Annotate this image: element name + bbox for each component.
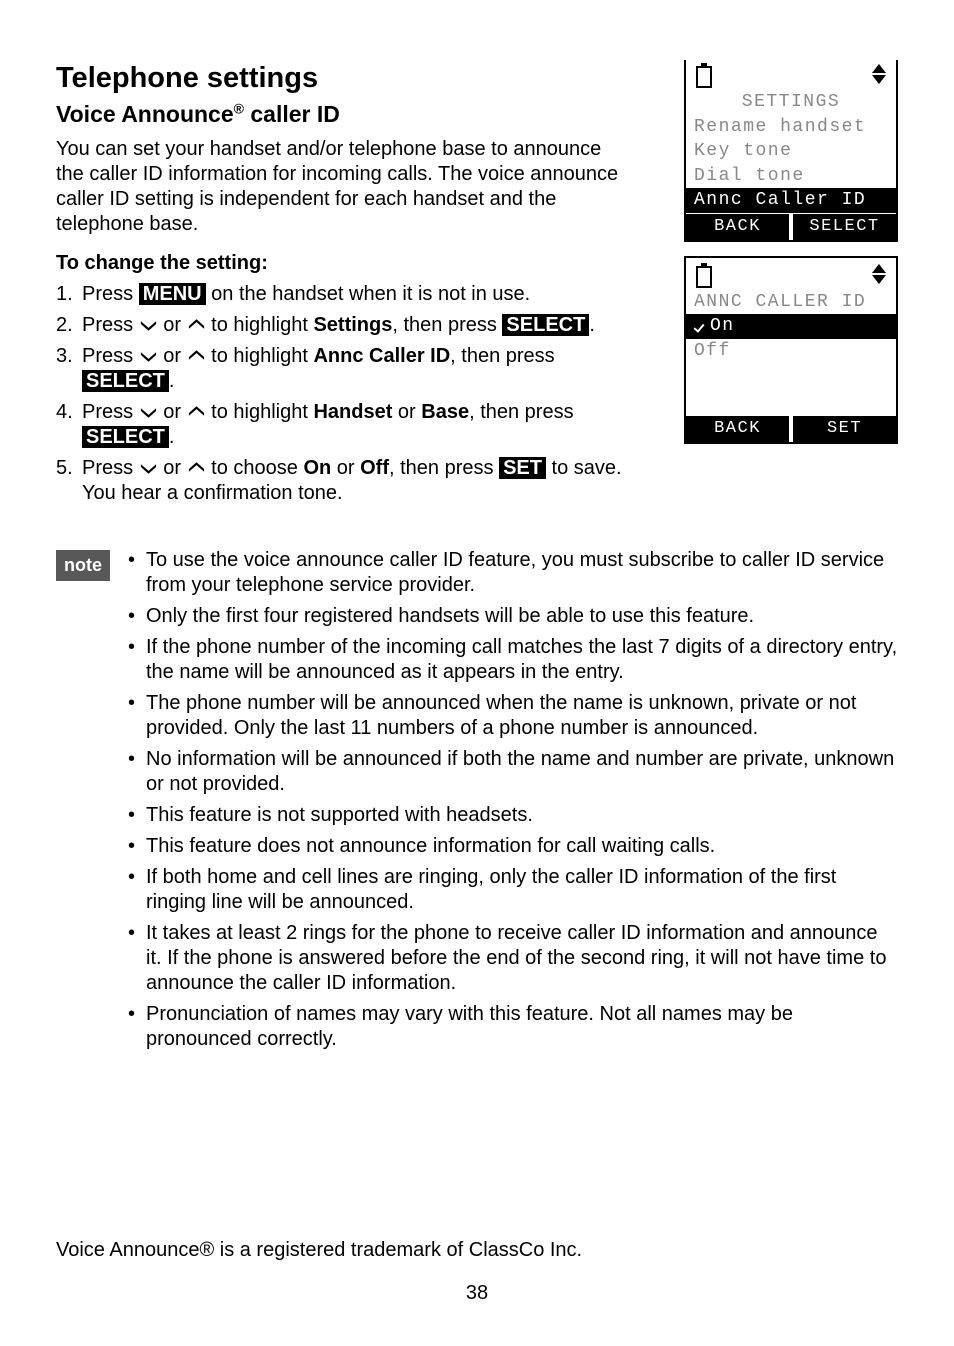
battery-icon	[696, 64, 712, 86]
note-item: To use the voice announce caller ID feat…	[124, 548, 898, 598]
chevron-down-icon	[139, 405, 158, 419]
lcd-row: Rename handset	[686, 115, 896, 140]
lcd-row-selected: On	[686, 314, 896, 339]
lcd-row: Dial tone	[686, 164, 896, 189]
softkey-set: SET	[789, 416, 896, 442]
up-down-icon	[872, 264, 886, 284]
lcd-row: Key tone	[686, 139, 896, 164]
battery-icon	[696, 264, 712, 286]
chevron-up-icon	[187, 405, 206, 419]
step-4: 4. Press or to highlight Handset or Base…	[56, 400, 626, 450]
registered-symbol: ®	[234, 101, 244, 117]
lcd-title: ANNC CALLER ID	[686, 290, 896, 315]
lcd-annc-screen: ANNC CALLER ID On Off BACK SET	[684, 256, 898, 445]
chevron-down-icon	[139, 318, 158, 332]
check-icon	[694, 319, 708, 333]
set-button-label: SET	[499, 457, 546, 479]
lcd-row: Off	[686, 339, 896, 364]
note-item: It takes at least 2 rings for the phone …	[124, 921, 898, 996]
note-item: The phone number will be announced when …	[124, 691, 898, 741]
step-3: 3. Press or to highlight Annc Caller ID,…	[56, 344, 626, 394]
notes-list: To use the voice announce caller ID feat…	[124, 548, 898, 1058]
lcd-softkeys: BACK SET	[686, 416, 896, 442]
select-button-label: SELECT	[82, 426, 169, 448]
lcd-softkeys: BACK SELECT	[686, 214, 896, 240]
steps-list: 1. Press MENU on the handset when it is …	[56, 282, 626, 506]
chevron-up-icon	[187, 318, 206, 332]
step-1: 1. Press MENU on the handset when it is …	[56, 282, 626, 307]
note-item: This feature does not announce informati…	[124, 834, 898, 859]
menu-button-label: MENU	[139, 283, 206, 305]
chevron-up-icon	[187, 461, 206, 475]
note-badge: note	[56, 550, 110, 581]
softkey-back: BACK	[686, 214, 789, 240]
lcd-row-selected: Annc Caller ID	[686, 188, 896, 213]
chevron-down-icon	[139, 349, 158, 363]
lcd-screens: SETTINGS Rename handset Key tone Dial to…	[684, 60, 898, 458]
note-item: If the phone number of the incoming call…	[124, 635, 898, 685]
trademark-note: Voice Announce® is a registered trademar…	[56, 1238, 898, 1263]
softkey-select: SELECT	[789, 214, 896, 240]
page-number: 38	[56, 1281, 898, 1306]
note-item: Pronunciation of names may vary with thi…	[124, 1002, 898, 1052]
note-item: No information will be announced if both…	[124, 747, 898, 797]
lcd-title: SETTINGS	[686, 90, 896, 115]
note-item: This feature is not supported with heads…	[124, 803, 898, 828]
step-5: 5. Press or to choose On or Off, then pr…	[56, 456, 626, 506]
select-button-label: SELECT	[502, 314, 589, 336]
step-2: 2. Press or to highlight Settings, then …	[56, 313, 626, 338]
up-down-icon	[872, 64, 886, 84]
chevron-down-icon	[139, 461, 158, 475]
select-button-label: SELECT	[82, 370, 169, 392]
notes-block: note To use the voice announce caller ID…	[56, 548, 898, 1058]
chevron-up-icon	[187, 349, 206, 363]
lcd-settings-screen: SETTINGS Rename handset Key tone Dial to…	[684, 60, 898, 242]
note-item: Only the first four registered handsets …	[124, 604, 898, 629]
intro-paragraph: You can set your handset and/or telephon…	[56, 137, 626, 237]
note-item: If both home and cell lines are ringing,…	[124, 865, 898, 915]
softkey-back: BACK	[686, 416, 789, 442]
